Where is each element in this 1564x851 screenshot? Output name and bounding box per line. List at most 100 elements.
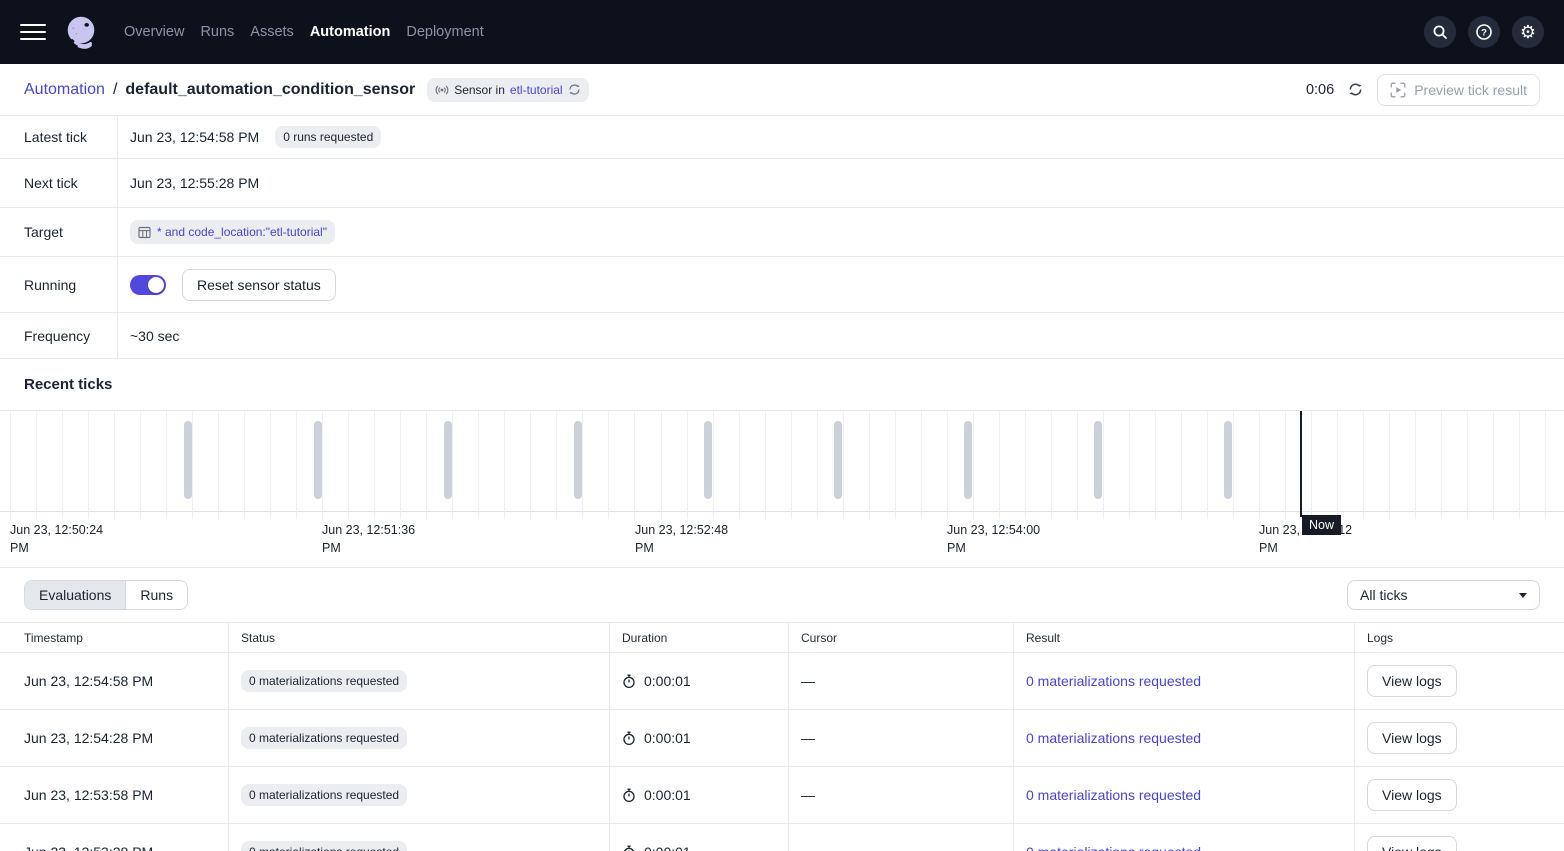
timeline-gridline [1389, 411, 1390, 519]
hamburger-menu-icon[interactable] [20, 19, 46, 45]
view-logs-button[interactable]: View logs [1367, 665, 1457, 697]
timeline-gridline [1337, 411, 1338, 519]
top-nav: Overview Runs Assets Automation Deployment ?… [0, 0, 1564, 64]
dagster-logo-icon[interactable] [62, 13, 100, 51]
tabs-row: Evaluations Runs All ticks [0, 568, 1564, 622]
timeline-gridline [10, 411, 11, 519]
timeline-gridline [582, 411, 583, 519]
cell-duration: 0:00:01 [610, 824, 789, 851]
nav-item-automation[interactable]: Automation [310, 18, 391, 46]
timeline-gridline [270, 411, 271, 519]
tab-evaluations[interactable]: Evaluations [25, 581, 126, 609]
recent-ticks-timeline: Jun 23, 12:50:24PMJun 23, 12:51:36PMJun … [0, 410, 1564, 568]
cell-result: 0 materializations requested [1014, 824, 1355, 851]
timeline-gridline [869, 411, 870, 519]
cell-status: 0 materializations requested [229, 767, 610, 823]
result-link[interactable]: 0 materializations requested [1026, 844, 1201, 851]
svg-text:?: ? [1481, 27, 1487, 38]
code-location-link[interactable]: etl-tutorial [510, 83, 563, 97]
timeline-gridline [1129, 411, 1130, 519]
timeline-gridline [1181, 411, 1182, 519]
timeline-gridline [192, 411, 193, 519]
timeline-gridline [166, 411, 167, 519]
timeline-gridline [1363, 411, 1364, 519]
settings-gear-icon[interactable]: ⚙ [1512, 16, 1544, 48]
timeline-gridline [530, 411, 531, 519]
timeline-gridline [739, 411, 740, 519]
reload-location-icon[interactable] [568, 83, 581, 96]
stopwatch-icon [622, 731, 636, 746]
help-icon[interactable]: ? [1468, 16, 1500, 48]
timeline-gridline [1103, 411, 1104, 519]
timeline-gridline [1493, 411, 1494, 519]
all-ticks-dropdown[interactable]: All ticks [1347, 580, 1540, 610]
refresh-icon[interactable] [1348, 82, 1363, 97]
timeline-gridline [661, 411, 662, 519]
result-link[interactable]: 0 materializations requested [1026, 730, 1201, 746]
timeline-gridline [999, 411, 1000, 519]
result-link[interactable]: 0 materializations requested [1026, 787, 1201, 803]
tab-runs[interactable]: Runs [126, 581, 187, 609]
timeline-gridline [1025, 411, 1026, 519]
timeline-gridline [1311, 411, 1312, 519]
frequency-label: Frequency [0, 313, 118, 358]
cell-cursor: — [789, 710, 1014, 766]
timeline-gridline [400, 411, 401, 519]
tick-bar[interactable] [184, 421, 192, 499]
ticks-table-body: Jun 23, 12:54:58 PM0 materializations re… [0, 653, 1564, 851]
timeline-gridline [817, 411, 818, 519]
view-logs-button[interactable]: View logs [1367, 836, 1457, 851]
preview-play-icon [1390, 82, 1406, 98]
tick-bar[interactable] [964, 421, 972, 499]
search-icon[interactable] [1424, 16, 1456, 48]
view-logs-button[interactable]: View logs [1367, 722, 1457, 754]
breadcrumb-separator: / [113, 81, 117, 99]
tick-bar[interactable] [574, 421, 582, 499]
timeline-gridline [1519, 411, 1520, 519]
reset-sensor-status-button[interactable]: Reset sensor status [182, 269, 336, 301]
nav-item-runs[interactable]: Runs [200, 18, 234, 46]
running-toggle[interactable] [130, 275, 166, 295]
tick-bar[interactable] [314, 421, 322, 499]
cell-status: 0 materializations requested [229, 824, 610, 851]
column-header-cursor: Cursor [789, 623, 1014, 652]
cell-logs: View logs [1355, 710, 1564, 766]
timeline-gridline [921, 411, 922, 519]
timeline-axis-label: Jun 23, 12:52:48PM [635, 521, 728, 557]
timeline-gridline [895, 411, 896, 519]
tick-bar[interactable] [1094, 421, 1102, 499]
nav-item-assets[interactable]: Assets [250, 18, 294, 46]
cell-logs: View logs [1355, 767, 1564, 823]
timeline-gridline [556, 411, 557, 519]
timeline-gridline [713, 411, 714, 519]
timeline-gridline [36, 411, 37, 519]
chevron-down-icon [1519, 593, 1527, 598]
tick-bar[interactable] [834, 421, 842, 499]
tick-bar[interactable] [444, 421, 452, 499]
breadcrumb-automation-link[interactable]: Automation [24, 81, 105, 99]
tick-bar[interactable] [1224, 421, 1232, 499]
cell-cursor: — [789, 767, 1014, 823]
cell-duration: 0:00:01 [610, 767, 789, 823]
cell-logs: View logs [1355, 824, 1564, 851]
timeline-gridline [218, 411, 219, 519]
now-marker-line [1300, 411, 1302, 517]
cell-timestamp: Jun 23, 12:53:58 PM [0, 767, 229, 823]
timeline-gridline [1233, 411, 1234, 519]
target-label: Target [0, 208, 118, 256]
target-row: Target * and code_location:"etl-tutorial… [0, 208, 1564, 257]
timeline-gridline [843, 411, 844, 519]
preview-tick-result-button[interactable]: Preview tick result [1377, 74, 1540, 106]
timeline-gridline [322, 411, 323, 519]
column-header-status: Status [229, 623, 610, 652]
target-selection-tag[interactable]: * and code_location:"etl-tutorial" [130, 220, 335, 244]
nav-item-deployment[interactable]: Deployment [406, 18, 483, 46]
nav-item-overview[interactable]: Overview [124, 18, 184, 46]
view-logs-button[interactable]: View logs [1367, 779, 1457, 811]
result-link[interactable]: 0 materializations requested [1026, 673, 1201, 689]
runs-requested-badge: 0 runs requested [275, 126, 381, 148]
tick-bar[interactable] [704, 421, 712, 499]
cell-duration: 0:00:01 [610, 710, 789, 766]
timeline-gridline [1077, 411, 1078, 519]
timeline-gridline [947, 411, 948, 519]
